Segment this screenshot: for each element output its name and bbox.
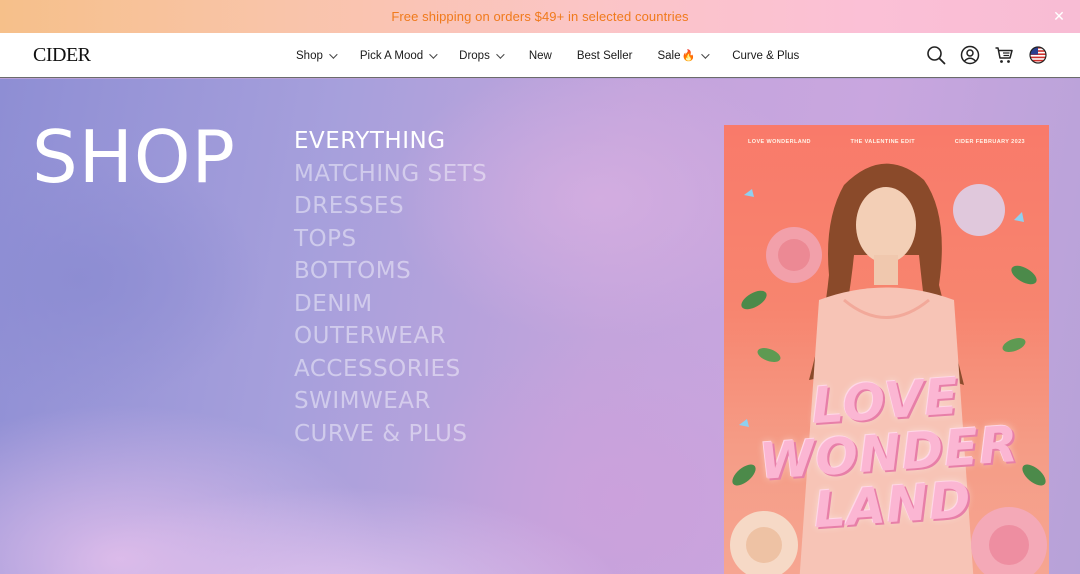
category-everything[interactable]: EVERYTHING	[294, 125, 487, 158]
nav-item-sale[interactable]: Sale 🔥	[657, 49, 710, 62]
account-icon[interactable]	[958, 43, 982, 67]
category-dresses[interactable]: DRESSES	[294, 190, 487, 223]
cart-icon[interactable]	[992, 43, 1016, 67]
poster-headline: LOVE WONDER LAND	[749, 366, 1029, 540]
category-bottoms[interactable]: BOTTOMS	[294, 255, 487, 288]
nav-item-new[interactable]: New	[529, 50, 552, 62]
close-icon[interactable]: ✕	[1052, 9, 1066, 23]
promo-text: Free shipping on orders $49+ in selected…	[391, 9, 689, 24]
promo-poster-image[interactable]: LOVE WONDERLAND THE VALENTINE EDIT CIDER…	[724, 125, 1049, 574]
logo[interactable]: CIDER	[33, 44, 91, 67]
shop-hero: SHOP EVERYTHING MATCHING SETS DRESSES TO…	[0, 79, 1080, 574]
chevron-down-icon	[496, 49, 505, 59]
promo-bar: Free shipping on orders $49+ in selected…	[0, 0, 1080, 33]
nav-item-label: Shop	[296, 49, 323, 62]
nav-item-curve-plus[interactable]: Curve & Plus	[732, 50, 799, 62]
category-list: EVERYTHING MATCHING SETS DRESSES TOPS BO…	[294, 125, 487, 450]
us-flag-icon[interactable]	[1026, 43, 1050, 67]
nav-item-label: Sale	[657, 49, 681, 62]
category-outerwear[interactable]: OUTERWEAR	[294, 320, 487, 353]
nav-item-pick-a-mood[interactable]: Pick A Mood	[359, 49, 438, 62]
page-title: SHOP	[32, 115, 236, 199]
chevron-down-icon	[429, 49, 438, 59]
fire-icon: 🔥	[681, 50, 696, 62]
nav-item-label: Drops	[459, 49, 490, 62]
chevron-down-icon	[701, 49, 710, 59]
nav-item-label: Pick A Mood	[359, 49, 424, 62]
site-header: CIDER Shop Pick A Mood Drops New Best Se…	[0, 33, 1080, 78]
category-curve-plus[interactable]: CURVE & PLUS	[294, 418, 487, 451]
nav-item-best-seller[interactable]: Best Seller	[577, 50, 633, 62]
nav-item-label: Curve & Plus	[732, 49, 800, 62]
category-swimwear[interactable]: SWIMWEAR	[294, 385, 487, 418]
search-icon[interactable]	[924, 43, 948, 67]
nav-item-label: Best Seller	[576, 49, 633, 62]
category-accessories[interactable]: ACCESSORIES	[294, 353, 487, 386]
nav-item-drops[interactable]: Drops	[459, 49, 505, 62]
chevron-down-icon	[329, 49, 338, 59]
category-matching-sets[interactable]: MATCHING SETS	[294, 158, 487, 191]
nav-item-label: New	[528, 49, 552, 62]
category-denim[interactable]: DENIM	[294, 288, 487, 321]
main-nav: Shop Pick A Mood Drops New Best Seller S…	[296, 33, 799, 78]
nav-item-shop[interactable]: Shop	[296, 49, 338, 62]
header-icons	[914, 43, 1050, 67]
category-tops[interactable]: TOPS	[294, 223, 487, 256]
